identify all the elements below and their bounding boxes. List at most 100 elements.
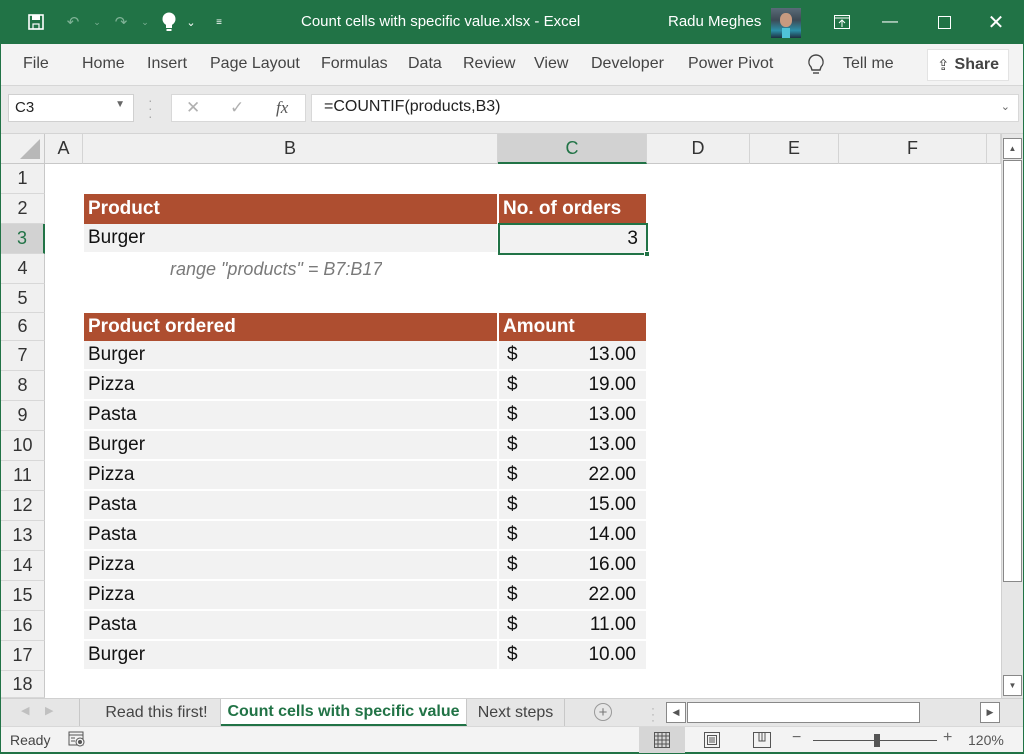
order-product-cell[interactable]: Pasta bbox=[84, 611, 497, 641]
cell-b3-product[interactable]: Burger bbox=[84, 224, 497, 254]
macro-recording-icon[interactable] bbox=[68, 731, 86, 748]
range-note[interactable]: range "products" = B7:B17 bbox=[170, 254, 382, 284]
minimize-icon[interactable]: — bbox=[867, 0, 913, 44]
header-amount[interactable]: Amount bbox=[499, 313, 646, 341]
insert-function-icon[interactable]: fx bbox=[276, 98, 288, 118]
scroll-right-icon[interactable]: ▶ bbox=[980, 702, 1000, 723]
order-product-cell[interactable]: Pizza bbox=[84, 581, 497, 611]
scroll-up-icon[interactable]: ▲ bbox=[1003, 138, 1022, 159]
order-product-cell[interactable]: Burger bbox=[84, 431, 497, 461]
zoom-out-icon[interactable]: − bbox=[792, 729, 801, 747]
order-amount-cell[interactable]: $16.00 bbox=[499, 551, 646, 581]
row-header-13[interactable]: 13 bbox=[1, 521, 45, 551]
row-header-4[interactable]: 4 bbox=[1, 254, 45, 284]
column-header-partial[interactable] bbox=[987, 134, 1001, 164]
tab-power-pivot[interactable]: Power Pivot bbox=[688, 55, 773, 73]
formula-input[interactable]: =COUNTIF(products,B3) ⌄ bbox=[311, 94, 1019, 122]
order-amount-cell[interactable]: $13.00 bbox=[499, 401, 646, 431]
column-header-b[interactable]: B bbox=[83, 134, 498, 164]
ribbon-display-options-icon[interactable] bbox=[819, 0, 865, 44]
zoom-slider-thumb[interactable] bbox=[874, 734, 880, 747]
column-header-c[interactable]: C bbox=[498, 134, 647, 164]
row-header-11[interactable]: 11 bbox=[1, 461, 45, 491]
vertical-scrollbar[interactable]: ▲ ▼ bbox=[1001, 134, 1023, 698]
header-product-ordered[interactable]: Product ordered bbox=[84, 313, 497, 341]
customize-quick-access-icon[interactable]: ≡ bbox=[209, 12, 229, 32]
tab-review[interactable]: Review bbox=[463, 55, 515, 73]
row-header-18[interactable]: 18 bbox=[1, 671, 45, 698]
zoom-level[interactable]: 120% bbox=[968, 732, 1004, 748]
row-header-3[interactable]: 3 bbox=[1, 224, 45, 254]
row-header-14[interactable]: 14 bbox=[1, 551, 45, 581]
redo-dropdown-icon[interactable]: ⌄ bbox=[135, 12, 155, 32]
normal-view-icon[interactable] bbox=[639, 727, 685, 753]
order-amount-cell[interactable]: $14.00 bbox=[499, 521, 646, 551]
order-product-cell[interactable]: Pizza bbox=[84, 551, 497, 581]
cancel-icon[interactable]: ✕ bbox=[186, 98, 200, 118]
chevron-down-icon[interactable]: ▼ bbox=[115, 99, 125, 110]
row-header-12[interactable]: 12 bbox=[1, 491, 45, 521]
avatar[interactable] bbox=[771, 8, 801, 38]
tab-split-handle[interactable]: · · · bbox=[651, 702, 655, 726]
tab-developer[interactable]: Developer bbox=[591, 55, 664, 73]
order-product-cell[interactable]: Pasta bbox=[84, 521, 497, 551]
close-icon[interactable]: ✕ bbox=[973, 0, 1019, 44]
order-amount-cell[interactable]: $15.00 bbox=[499, 491, 646, 521]
order-amount-cell[interactable]: $10.00 bbox=[499, 641, 646, 671]
row-header-2[interactable]: 2 bbox=[1, 194, 45, 224]
order-product-cell[interactable]: Pizza bbox=[84, 461, 497, 491]
order-product-cell[interactable]: Burger bbox=[84, 341, 497, 371]
row-header-1[interactable]: 1 bbox=[1, 164, 45, 194]
enter-icon[interactable]: ✓ bbox=[230, 98, 244, 118]
save-icon[interactable] bbox=[26, 12, 46, 32]
name-box[interactable]: C3 ▼ bbox=[8, 94, 134, 122]
column-header-a[interactable]: A bbox=[45, 134, 83, 164]
row-header-7[interactable]: 7 bbox=[1, 341, 45, 371]
chevron-down-icon[interactable]: ⌄ bbox=[181, 12, 201, 32]
row-header-8[interactable]: 8 bbox=[1, 371, 45, 401]
lightbulb-icon[interactable] bbox=[159, 12, 179, 32]
header-product[interactable]: Product bbox=[84, 194, 497, 224]
resize-handle[interactable]: · · · bbox=[148, 93, 153, 123]
tab-home[interactable]: Home bbox=[82, 55, 125, 73]
row-header-10[interactable]: 10 bbox=[1, 431, 45, 461]
scroll-down-icon[interactable]: ▼ bbox=[1003, 675, 1022, 696]
row-header-9[interactable]: 9 bbox=[1, 401, 45, 431]
order-amount-cell[interactable]: $13.00 bbox=[499, 431, 646, 461]
next-sheet-icon[interactable]: ▶ bbox=[45, 704, 53, 717]
column-header-f[interactable]: F bbox=[839, 134, 987, 164]
order-amount-cell[interactable]: $13.00 bbox=[499, 341, 646, 371]
cell-c3-count[interactable]: 3 bbox=[498, 223, 648, 255]
scroll-left-icon[interactable]: ◀ bbox=[666, 702, 686, 723]
share-button[interactable]: ⇪ Share bbox=[927, 49, 1009, 81]
order-product-cell[interactable]: Burger bbox=[84, 641, 497, 671]
tab-insert[interactable]: Insert bbox=[147, 55, 187, 73]
order-amount-cell[interactable]: $22.00 bbox=[499, 461, 646, 491]
maximize-icon[interactable] bbox=[921, 0, 967, 44]
undo-dropdown-icon[interactable]: ⌄ bbox=[87, 12, 107, 32]
row-header-5[interactable]: 5 bbox=[1, 284, 45, 313]
row-header-6[interactable]: 6 bbox=[1, 313, 45, 341]
order-product-cell[interactable]: Pasta bbox=[84, 401, 497, 431]
order-amount-cell[interactable]: $22.00 bbox=[499, 581, 646, 611]
sheet-tab-count-cells[interactable]: Count cells with specific value bbox=[221, 699, 467, 726]
zoom-in-icon[interactable]: + bbox=[943, 729, 952, 747]
add-sheet-icon[interactable]: + bbox=[594, 703, 612, 721]
tab-view[interactable]: View bbox=[534, 55, 568, 73]
tab-file[interactable]: File bbox=[23, 55, 49, 73]
horizontal-scroll-thumb[interactable] bbox=[687, 702, 920, 723]
fill-handle[interactable] bbox=[644, 251, 650, 257]
page-break-view-icon[interactable] bbox=[739, 727, 785, 753]
row-header-15[interactable]: 15 bbox=[1, 581, 45, 611]
order-amount-cell[interactable]: $11.00 bbox=[499, 611, 646, 641]
tab-data[interactable]: Data bbox=[408, 55, 442, 73]
tab-page-layout[interactable]: Page Layout bbox=[210, 55, 300, 73]
tell-me-search[interactable]: Tell me bbox=[843, 55, 894, 73]
undo-icon[interactable]: ↶ bbox=[63, 12, 83, 32]
column-header-d[interactable]: D bbox=[647, 134, 750, 164]
horizontal-scrollbar[interactable]: ◀ ▶ bbox=[666, 702, 1001, 724]
spreadsheet-grid[interactable]: A B C D E F 1 2 3 4 5 6 7 8 9 10 11 12 13 14 15 16 17 18 … bbox=[1, 134, 1001, 698]
expand-formula-bar-icon[interactable]: ⌄ bbox=[1001, 100, 1010, 113]
page-layout-view-icon[interactable] bbox=[689, 727, 735, 753]
select-all-button[interactable] bbox=[1, 134, 45, 164]
